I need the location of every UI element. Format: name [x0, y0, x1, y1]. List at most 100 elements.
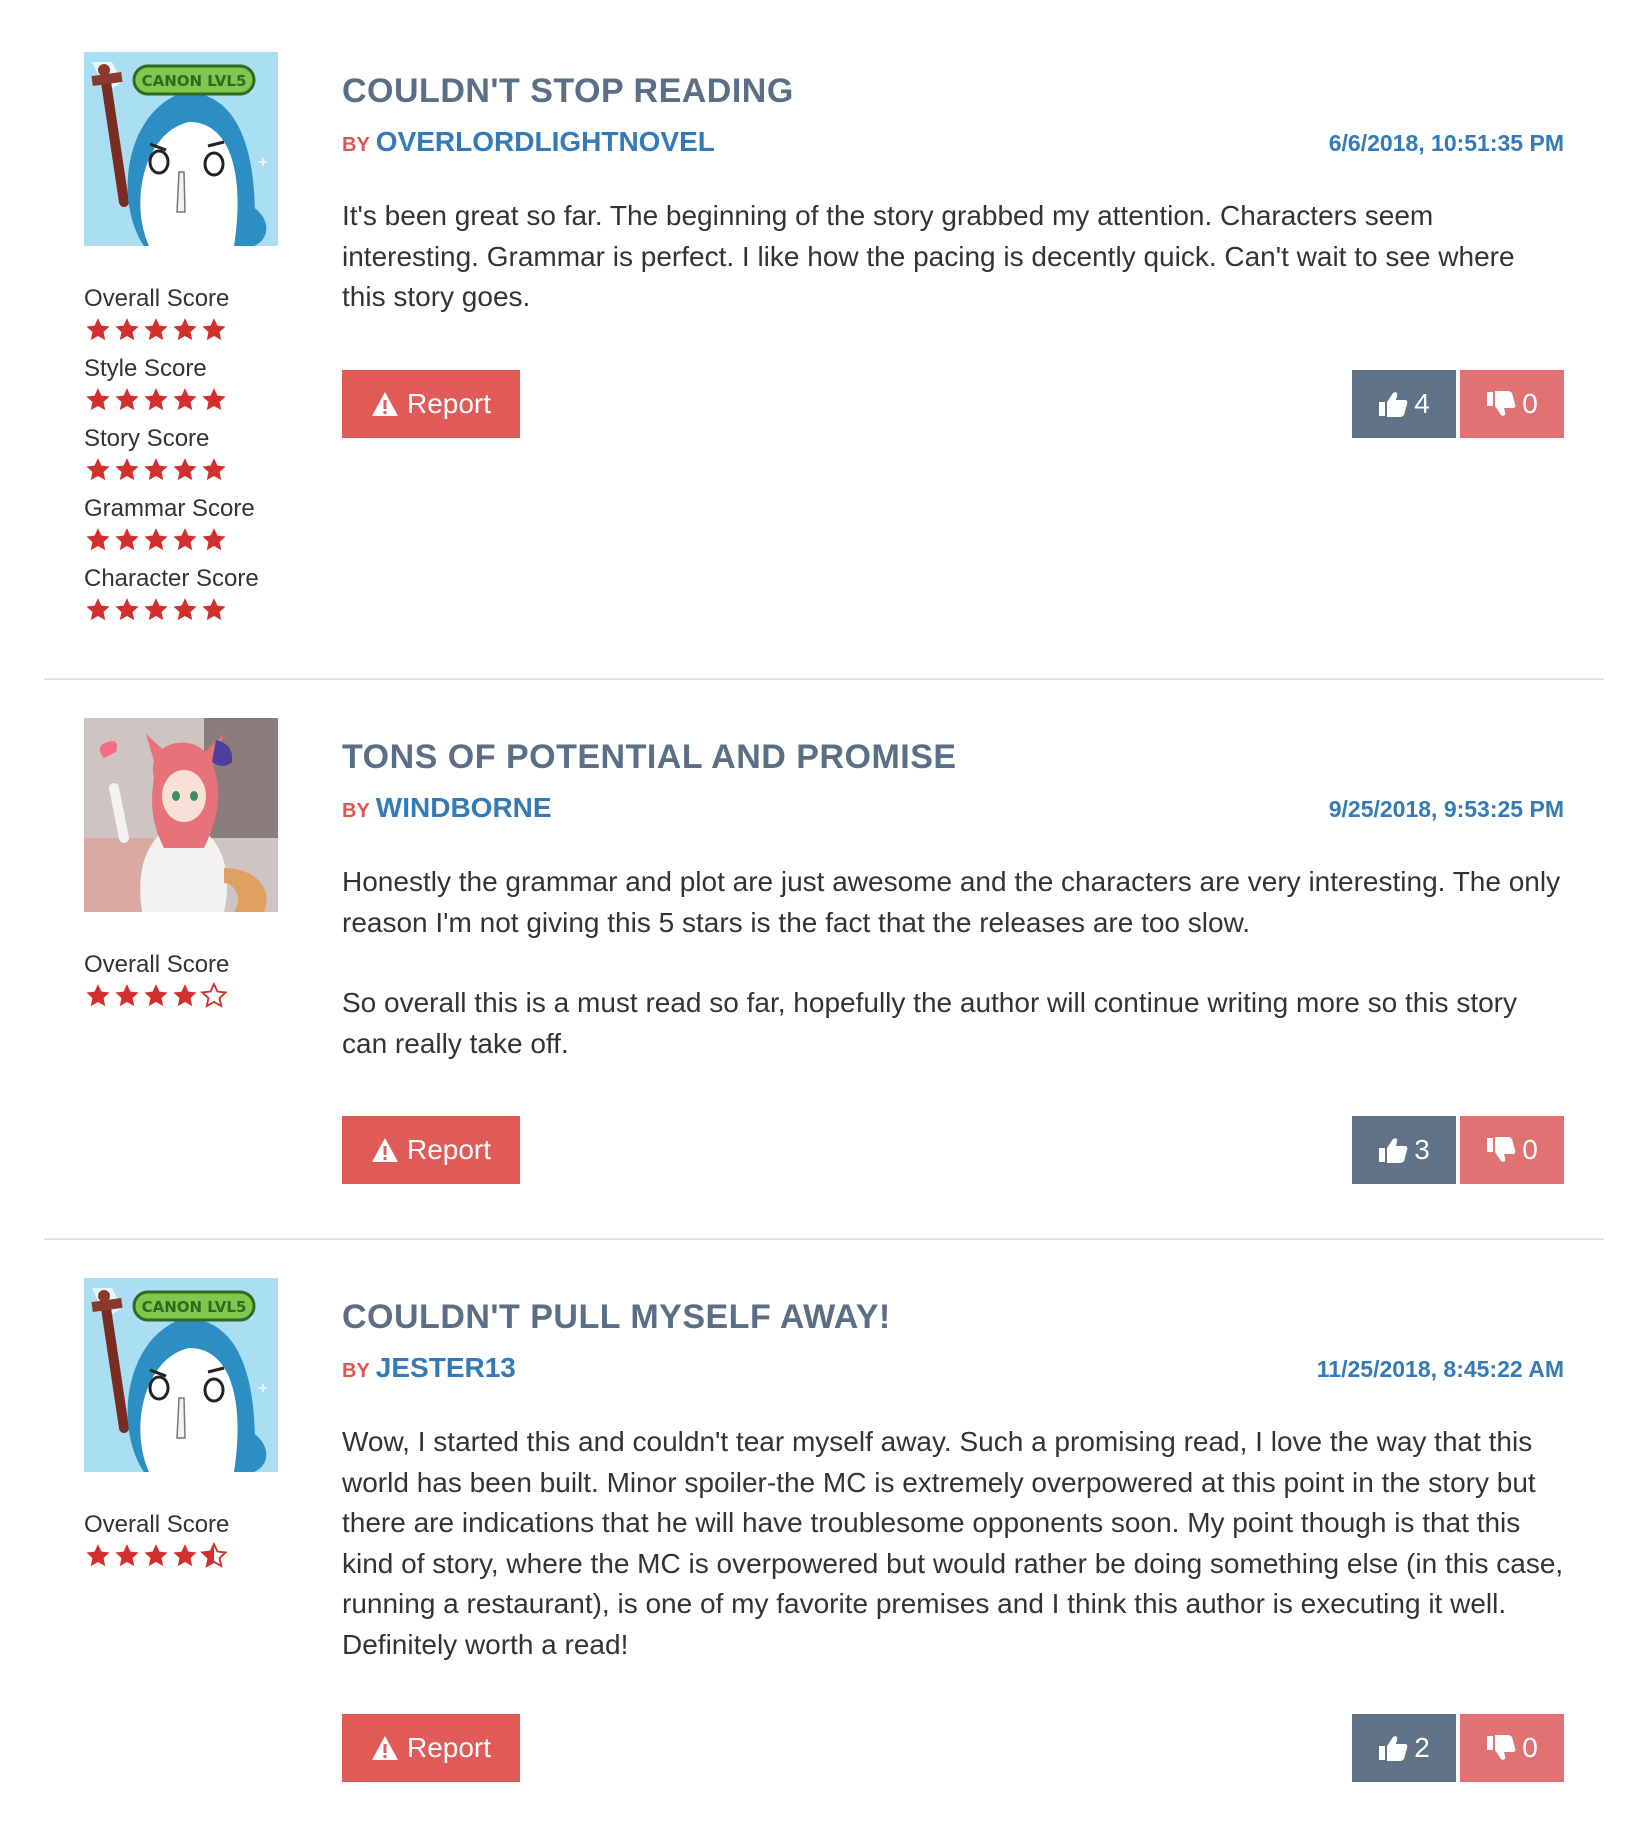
review-body: It's been great so far. The beginning of…: [342, 196, 1564, 318]
warning-icon: [371, 1137, 399, 1163]
star-icon: [202, 598, 226, 621]
thumbs-up-icon: [1378, 390, 1408, 418]
star-icon: [173, 984, 197, 1007]
star-icon: [144, 598, 168, 621]
downvote-button[interactable]: 0: [1460, 370, 1564, 438]
star-icon: [86, 318, 110, 341]
upvote-button[interactable]: 4: [1352, 370, 1456, 438]
star-icon: [115, 458, 139, 481]
star-rating: [84, 1540, 294, 1580]
review-actions: Report 4 0: [342, 370, 1564, 438]
star-rating: [84, 314, 294, 354]
svg-text:CANON LVL5: CANON LVL5: [142, 72, 247, 90]
upvote-count: 4: [1414, 388, 1430, 419]
penguin-avatar: CANON LVL5: [84, 1278, 278, 1472]
author-link[interactable]: JESTER13: [376, 1352, 516, 1383]
warning-icon: [371, 391, 399, 417]
downvote-count: 0: [1522, 388, 1538, 419]
downvote-count: 0: [1522, 1732, 1538, 1763]
star-icon: [144, 1544, 168, 1567]
star-icon: [173, 388, 197, 411]
review-divider: [44, 1238, 1604, 1240]
by-label: BY: [342, 800, 370, 822]
report-button[interactable]: Report: [342, 370, 520, 438]
star-icon: [173, 528, 197, 551]
review-meta: BY WINDBORNE 9/25/2018, 9:53:25 PM: [342, 792, 1564, 832]
star-icon: [115, 318, 139, 341]
star-icon: [86, 1544, 110, 1567]
star-icon: [200, 982, 228, 1008]
downvote-button[interactable]: 0: [1460, 1116, 1564, 1184]
review-title: TONS OF POTENTIAL AND PROMISE: [342, 738, 957, 776]
review-content: TONS OF POTENTIAL AND PROMISE BY WINDBORNE…: [342, 718, 1564, 1064]
review-date: 11/25/2018, 8:45:22 AM: [1316, 1356, 1564, 1382]
star-icon: [173, 598, 197, 621]
upvote-button[interactable]: 2: [1352, 1714, 1456, 1782]
score-label: Style Score: [84, 355, 207, 382]
thumbs-down-icon: [1486, 1734, 1516, 1762]
star-icon: [86, 388, 110, 411]
star-rating: [84, 594, 294, 634]
star-rating: [84, 384, 294, 424]
downvote-button[interactable]: 0: [1460, 1714, 1564, 1782]
star-icon: [115, 984, 139, 1007]
review-title: COULDN'T PULL MYSELF AWAY!: [342, 1298, 891, 1336]
score-list: Overall Score Style Score Story Score Gramm…: [84, 284, 294, 634]
star-icon: [202, 388, 226, 411]
star-icon: [86, 458, 110, 481]
score-label: Character Score: [84, 565, 259, 592]
score-list: Overall Score: [84, 950, 294, 1020]
score-label: Grammar Score: [84, 495, 255, 522]
star-icon: [144, 984, 168, 1007]
thumbs-down-icon: [1486, 390, 1516, 418]
report-label: Report: [406, 388, 492, 419]
star-rating: [84, 524, 294, 564]
review-content: COULDN'T STOP READING BY OVERLORDLIGHTNOVE…: [342, 52, 1564, 318]
star-icon: [173, 458, 197, 481]
star-icon: [86, 598, 110, 621]
review-paragraph: Honestly the grammar and plot are just a…: [342, 866, 1561, 938]
upvote-button[interactable]: 3: [1352, 1116, 1456, 1184]
score-list: Overall Score: [84, 1510, 294, 1580]
star-icon: [115, 598, 139, 621]
review-body: Honestly the grammar and plot are just a…: [342, 862, 1564, 1064]
star-icon: [144, 458, 168, 481]
upvote-count: 2: [1414, 1732, 1430, 1763]
thumbs-up-icon: [1378, 1136, 1408, 1164]
star-icon: [202, 528, 226, 551]
penguin-avatar: CANON LVL5: [84, 52, 278, 246]
warning-icon: [371, 1735, 399, 1761]
report-button[interactable]: Report: [342, 1714, 520, 1782]
star-icon: [202, 458, 226, 481]
review-divider: [44, 678, 1604, 680]
review-actions: Report 3 0: [342, 1116, 1564, 1184]
report-button[interactable]: Report: [342, 1116, 520, 1184]
star-rating: [84, 980, 294, 1020]
report-label: Report: [406, 1732, 492, 1763]
star-icon: [144, 318, 168, 341]
anime-foxgirl-avatar: [84, 718, 278, 912]
score-label: Overall Score: [84, 1511, 230, 1538]
star-icon: [144, 388, 168, 411]
star-icon: [173, 318, 197, 341]
thumbs-up-icon: [1378, 1734, 1408, 1762]
star-icon: [115, 388, 139, 411]
upvote-count: 3: [1414, 1134, 1430, 1165]
star-icon: [86, 984, 110, 1007]
review-paragraph: Wow, I started this and couldn't tear my…: [342, 1426, 1564, 1660]
star-icon: [86, 528, 110, 551]
by-label: BY: [342, 134, 370, 156]
by-label: BY: [342, 1360, 370, 1382]
review-paragraph: So overall this is a must read so far, h…: [342, 987, 1517, 1059]
reviewer-column: CANON LVL5 Overall Score Style Score Story…: [84, 52, 294, 634]
review-title: COULDN'T STOP READING: [342, 72, 794, 110]
review-meta: BY OVERLORDLIGHTNOVEL 6/6/2018, 10:51:35 P…: [342, 126, 1564, 166]
review-paragraph: It's been great so far. The beginning of…: [342, 200, 1515, 312]
score-label: Story Score: [84, 425, 210, 452]
star-rating: [84, 454, 294, 494]
author-link[interactable]: OVERLORDLIGHTNOVEL: [376, 126, 715, 157]
reviewer-column: CANON LVL5 Overall Score: [84, 1278, 294, 1580]
author-link[interactable]: WINDBORNE: [376, 792, 552, 823]
review-date: 9/25/2018, 9:53:25 PM: [1328, 796, 1564, 822]
report-label: Report: [406, 1134, 492, 1165]
